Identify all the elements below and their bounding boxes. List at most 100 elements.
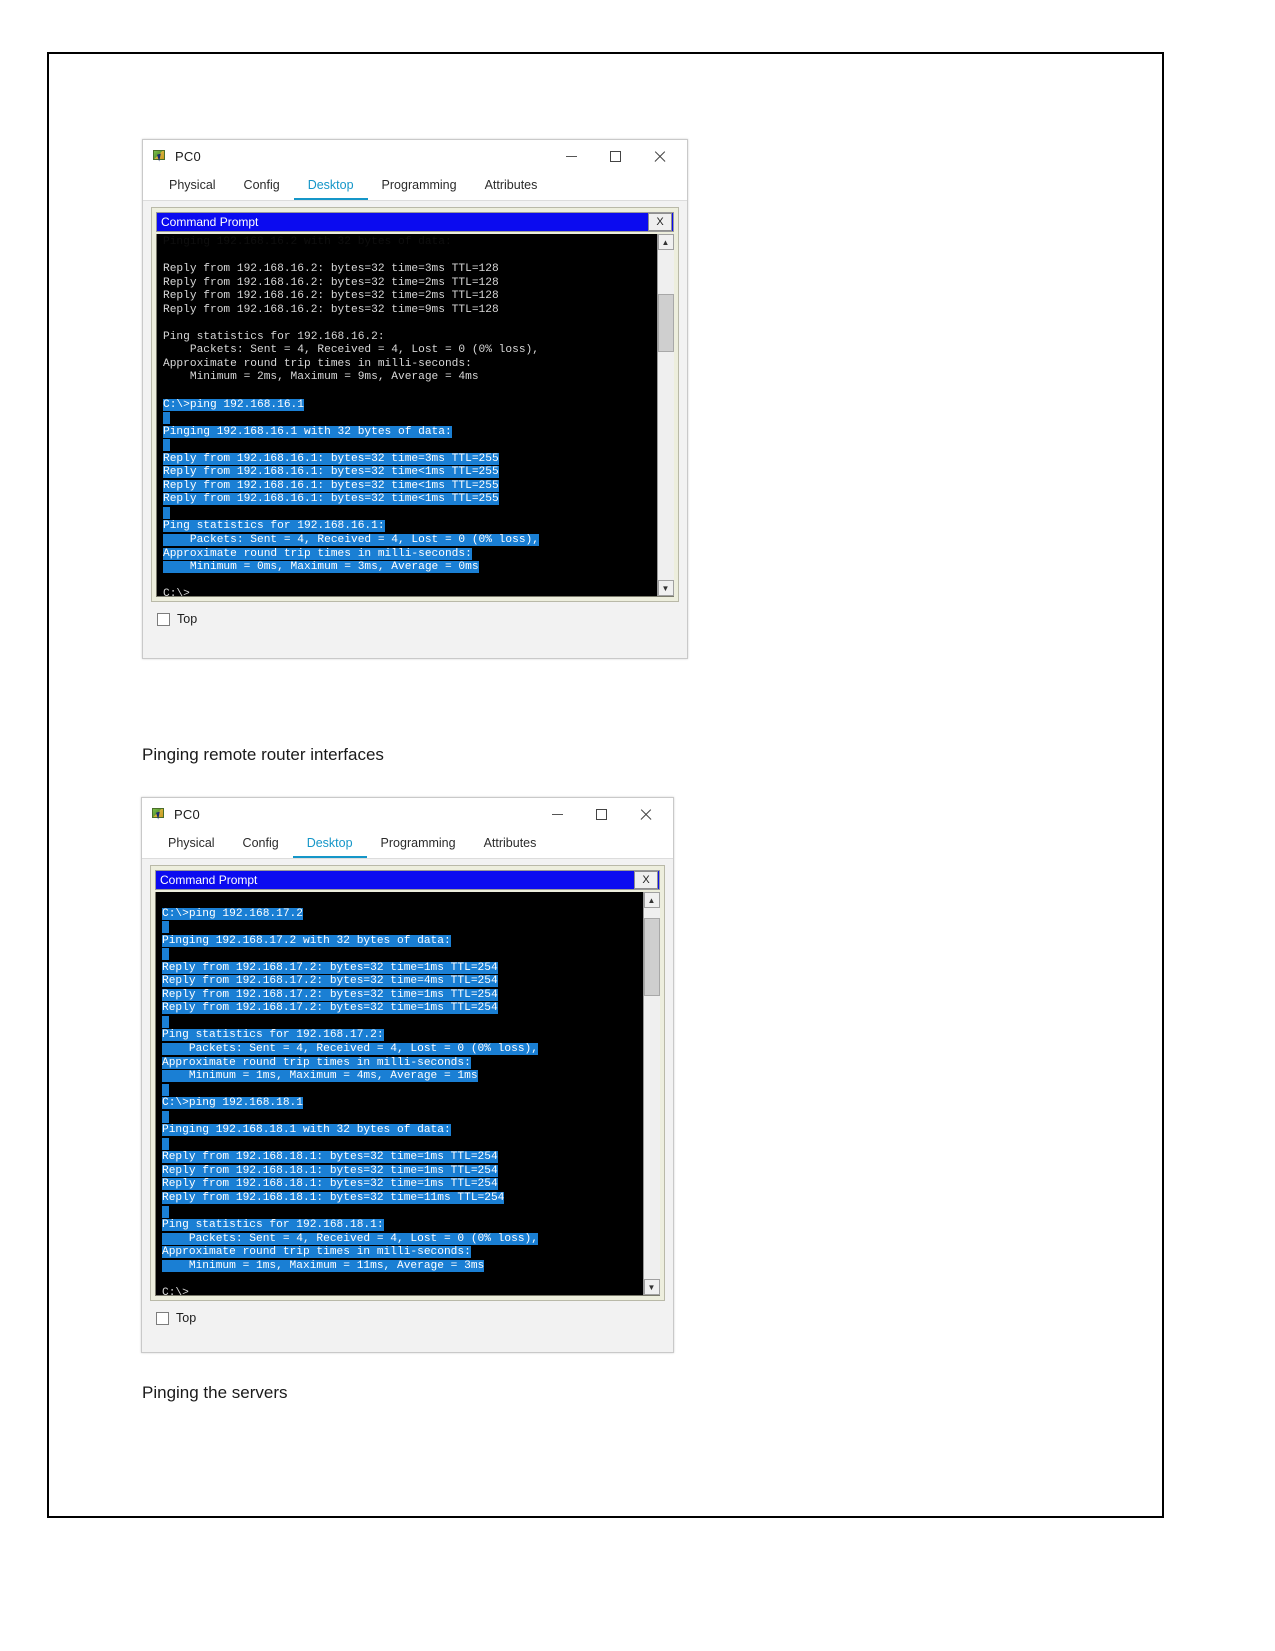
console-line bbox=[162, 1083, 643, 1098]
close-button[interactable] bbox=[637, 140, 681, 173]
selected-text: Reply from 192.168.17.2: bytes=32 time=4… bbox=[162, 975, 498, 988]
tab-attributes[interactable]: Attributes bbox=[470, 832, 551, 858]
command-prompt-titlebar[interactable]: Command Prompt X bbox=[155, 870, 660, 890]
caption-pinging-remote-router-interfaces: Pinging remote router interfaces bbox=[142, 745, 384, 764]
selected-text bbox=[163, 439, 170, 452]
scroll-down-arrow-icon[interactable]: ▼ bbox=[643, 1279, 660, 1295]
selected-text: Minimum = 1ms, Maximum = 4ms, Average = … bbox=[162, 1070, 478, 1083]
selected-text: Reply from 192.168.17.2: bytes=32 time=1… bbox=[162, 988, 498, 1001]
scrollbar-thumb[interactable] bbox=[643, 918, 660, 996]
top-checkbox[interactable] bbox=[157, 612, 170, 626]
command-prompt-close-button[interactable]: X bbox=[648, 213, 672, 231]
maximize-button[interactable] bbox=[579, 798, 623, 831]
maximize-button[interactable] bbox=[593, 140, 637, 173]
selected-text bbox=[162, 1205, 169, 1218]
selected-text bbox=[162, 921, 169, 934]
scrollbar-track[interactable] bbox=[657, 250, 674, 580]
console-line bbox=[162, 1015, 643, 1030]
tab-desktop[interactable]: Desktop bbox=[292, 832, 367, 858]
selected-text: Reply from 192.168.17.2: bytes=32 time=1… bbox=[162, 961, 498, 974]
console-line: Reply from 192.168.16.1: bytes=32 time=3… bbox=[163, 452, 657, 467]
window-controls[interactable] bbox=[549, 140, 681, 173]
pc0-window-1[interactable]: PC0 Physical Config Desktop Programming … bbox=[142, 139, 688, 659]
console-scrollbar[interactable]: ▲ ▼ bbox=[657, 234, 674, 596]
console-line: Reply from 192.168.16.2: bytes=32 time=3… bbox=[163, 263, 499, 276]
tab-attributes[interactable]: Attributes bbox=[471, 174, 552, 200]
selected-text: Reply from 192.168.16.1: bytes=32 time<1… bbox=[163, 493, 499, 506]
tab-desktop[interactable]: Desktop bbox=[293, 174, 368, 200]
top-checkbox[interactable] bbox=[156, 1311, 169, 1325]
window-tabs[interactable]: Physical Config Desktop Programming Attr… bbox=[143, 173, 687, 201]
console-line: Pinging 192.168.17.2 with 32 bytes of da… bbox=[162, 934, 643, 949]
selected-text: C:\>ping 192.168.17.2 bbox=[162, 907, 303, 920]
console-line: Ping statistics for 192.168.17.2: bbox=[162, 1029, 643, 1043]
selected-text: Packets: Sent = 4, Received = 4, Lost = … bbox=[162, 1232, 538, 1245]
selected-text: Reply from 192.168.18.1: bytes=32 time=1… bbox=[162, 1151, 498, 1164]
selected-text: Reply from 192.168.18.1: bytes=32 time=1… bbox=[162, 1178, 498, 1191]
scroll-down-arrow-icon[interactable]: ▼ bbox=[657, 580, 674, 596]
console-line: Reply from 192.168.16.2: bytes=32 time=2… bbox=[163, 276, 499, 289]
window-titlebar[interactable]: PC0 bbox=[142, 798, 673, 831]
console-line bbox=[162, 1137, 643, 1152]
window-tabs[interactable]: Physical Config Desktop Programming Attr… bbox=[142, 831, 673, 859]
tab-physical[interactable]: Physical bbox=[154, 832, 229, 858]
tab-programming[interactable]: Programming bbox=[368, 174, 471, 200]
scroll-up-arrow-icon[interactable]: ▲ bbox=[657, 234, 674, 250]
window-titlebar[interactable]: PC0 bbox=[143, 140, 687, 173]
console-line: Minimum = 0ms, Maximum = 3ms, Average = … bbox=[163, 561, 657, 575]
top-checkbox-label: Top bbox=[176, 1311, 197, 1325]
selected-text: Reply from 192.168.16.1: bytes=32 time<1… bbox=[163, 466, 499, 479]
minimize-button[interactable] bbox=[535, 798, 579, 831]
selected-text: Ping statistics for 192.168.17.2: bbox=[162, 1029, 384, 1042]
console-line: C:\>ping 192.168.18.1 bbox=[162, 1097, 643, 1111]
console-line: Reply from 192.168.16.1: bytes=32 time<1… bbox=[163, 479, 657, 494]
tab-physical[interactable]: Physical bbox=[155, 174, 230, 200]
console-line bbox=[163, 412, 657, 426]
tab-programming[interactable]: Programming bbox=[367, 832, 470, 858]
scrollbar-thumb[interactable] bbox=[657, 294, 674, 352]
pc0-window-2[interactable]: PC0 Physical Config Desktop Programming … bbox=[141, 797, 674, 1353]
scrollbar-track[interactable] bbox=[643, 908, 660, 1279]
console-output[interactable]: C:\>ping 192.168.17.2 Pinging 192.168.17… bbox=[156, 892, 643, 1295]
window-title-group: PC0 bbox=[152, 807, 200, 822]
selected-text bbox=[162, 1110, 169, 1123]
desktop-panel: Command Prompt X Pinging 192.168.16.2 wi… bbox=[151, 207, 679, 602]
console-output[interactable]: Pinging 192.168.16.2 with 32 bytes of da… bbox=[157, 234, 657, 596]
packet-tracer-pc-icon bbox=[152, 807, 167, 822]
close-button[interactable] bbox=[623, 798, 667, 831]
console-line bbox=[163, 506, 657, 521]
tab-config[interactable]: Config bbox=[230, 174, 294, 200]
window-controls[interactable] bbox=[535, 798, 667, 831]
console-line: C:\> bbox=[163, 588, 190, 596]
selected-text: Packets: Sent = 4, Received = 4, Lost = … bbox=[162, 1043, 538, 1056]
selected-text: Ping statistics for 192.168.16.1: bbox=[163, 520, 385, 533]
selected-text bbox=[162, 1137, 169, 1150]
selected-text: Reply from 192.168.17.2: bytes=32 time=1… bbox=[162, 1002, 498, 1015]
console-line: Minimum = 1ms, Maximum = 11ms, Average =… bbox=[162, 1259, 643, 1274]
console-line: Pinging 192.168.16.2 with 32 bytes of da… bbox=[163, 236, 452, 248]
tab-config[interactable]: Config bbox=[229, 832, 293, 858]
console-line: Ping statistics for 192.168.16.2: bbox=[163, 330, 385, 343]
selected-text: C:\>ping 192.168.18.1 bbox=[162, 1097, 303, 1110]
document-page: PC0 Physical Config Desktop Programming … bbox=[0, 0, 1275, 1651]
command-prompt-titlebar[interactable]: Command Prompt X bbox=[156, 212, 674, 232]
selected-text: Pinging 192.168.18.1 with 32 bytes of da… bbox=[162, 1124, 451, 1137]
scroll-up-arrow-icon[interactable]: ▲ bbox=[643, 892, 660, 908]
caption-pinging-the-servers: Pinging the servers bbox=[142, 1383, 288, 1402]
selected-text: Reply from 192.168.16.1: bytes=32 time=3… bbox=[163, 452, 499, 465]
selected-text bbox=[163, 412, 170, 425]
console-line: Reply from 192.168.17.2: bytes=32 time=1… bbox=[162, 961, 643, 976]
command-prompt-close-button[interactable]: X bbox=[634, 871, 658, 889]
console-line: Reply from 192.168.18.1: bytes=32 time=1… bbox=[162, 1192, 643, 1206]
console-line: C:\>ping 192.168.16.1 bbox=[163, 398, 657, 413]
desktop-panel: Command Prompt X C:\>ping 192.168.17.2 P… bbox=[150, 865, 665, 1301]
console-scrollbar[interactable]: ▲ ▼ bbox=[643, 892, 660, 1295]
window-footer: Top bbox=[143, 602, 687, 626]
minimize-button[interactable] bbox=[549, 140, 593, 173]
console-line: Reply from 192.168.16.2: bytes=32 time=2… bbox=[163, 290, 499, 303]
selected-text: Packets: Sent = 4, Received = 4, Lost = … bbox=[163, 534, 539, 547]
